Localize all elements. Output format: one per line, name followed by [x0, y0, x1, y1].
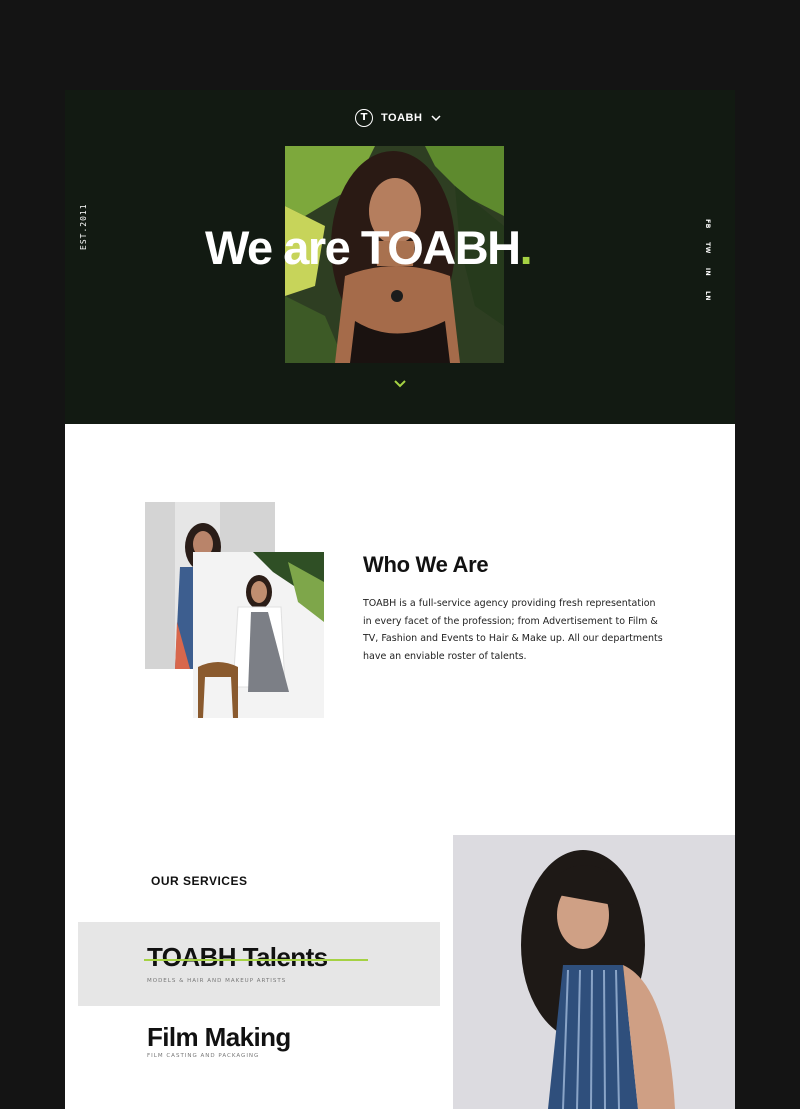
service-subtitle: FILM CASTING AND PACKAGING	[147, 1053, 260, 1059]
brand-name: TOABH	[381, 112, 423, 124]
who-photo-front	[193, 552, 324, 718]
service-title: TOABH Talents	[147, 942, 328, 972]
hero-section: T TOABH We are TOABH. EST.2011 FB TW IN …	[65, 90, 735, 424]
page-frame: T TOABH We are TOABH. EST.2011 FB TW IN …	[65, 90, 735, 1109]
social-link-tw[interactable]: TW	[701, 242, 713, 254]
service-strike-line	[144, 959, 368, 961]
social-link-in[interactable]: IN	[701, 266, 713, 278]
hero-headline-text: We are TOABH	[205, 221, 521, 274]
scroll-down-chevron-icon[interactable]	[392, 378, 408, 390]
service-film-making[interactable]: Film Making FILM CASTING AND PACKAGING	[147, 1024, 291, 1059]
who-we-are-title: Who We Are	[363, 552, 489, 577]
hero-headline: We are TOABH.	[205, 221, 533, 274]
social-links: FB TW IN LN	[701, 218, 713, 302]
who-we-are-body: TOABH is a full-service agency providing…	[363, 598, 663, 662]
social-link-ln[interactable]: LN	[701, 290, 713, 302]
hero-headline-dot: .	[519, 221, 533, 274]
social-link-fb[interactable]: FB	[701, 218, 713, 230]
brand-menu[interactable]: T TOABH	[355, 109, 442, 127]
service-toabh-talents[interactable]: TOABH Talents MODELS & HAIR AND MAKEUP A…	[78, 922, 440, 1006]
service-subtitle: MODELS & HAIR AND MAKEUP ARTISTS	[147, 978, 287, 984]
est-label: EST.2011	[79, 203, 88, 250]
brand-logo-icon: T	[355, 109, 373, 127]
services-label: OUR SERVICES	[151, 874, 248, 888]
service-title: Film Making	[147, 1022, 291, 1052]
services-model-photo	[453, 835, 735, 1109]
chevron-down-icon	[431, 115, 441, 122]
